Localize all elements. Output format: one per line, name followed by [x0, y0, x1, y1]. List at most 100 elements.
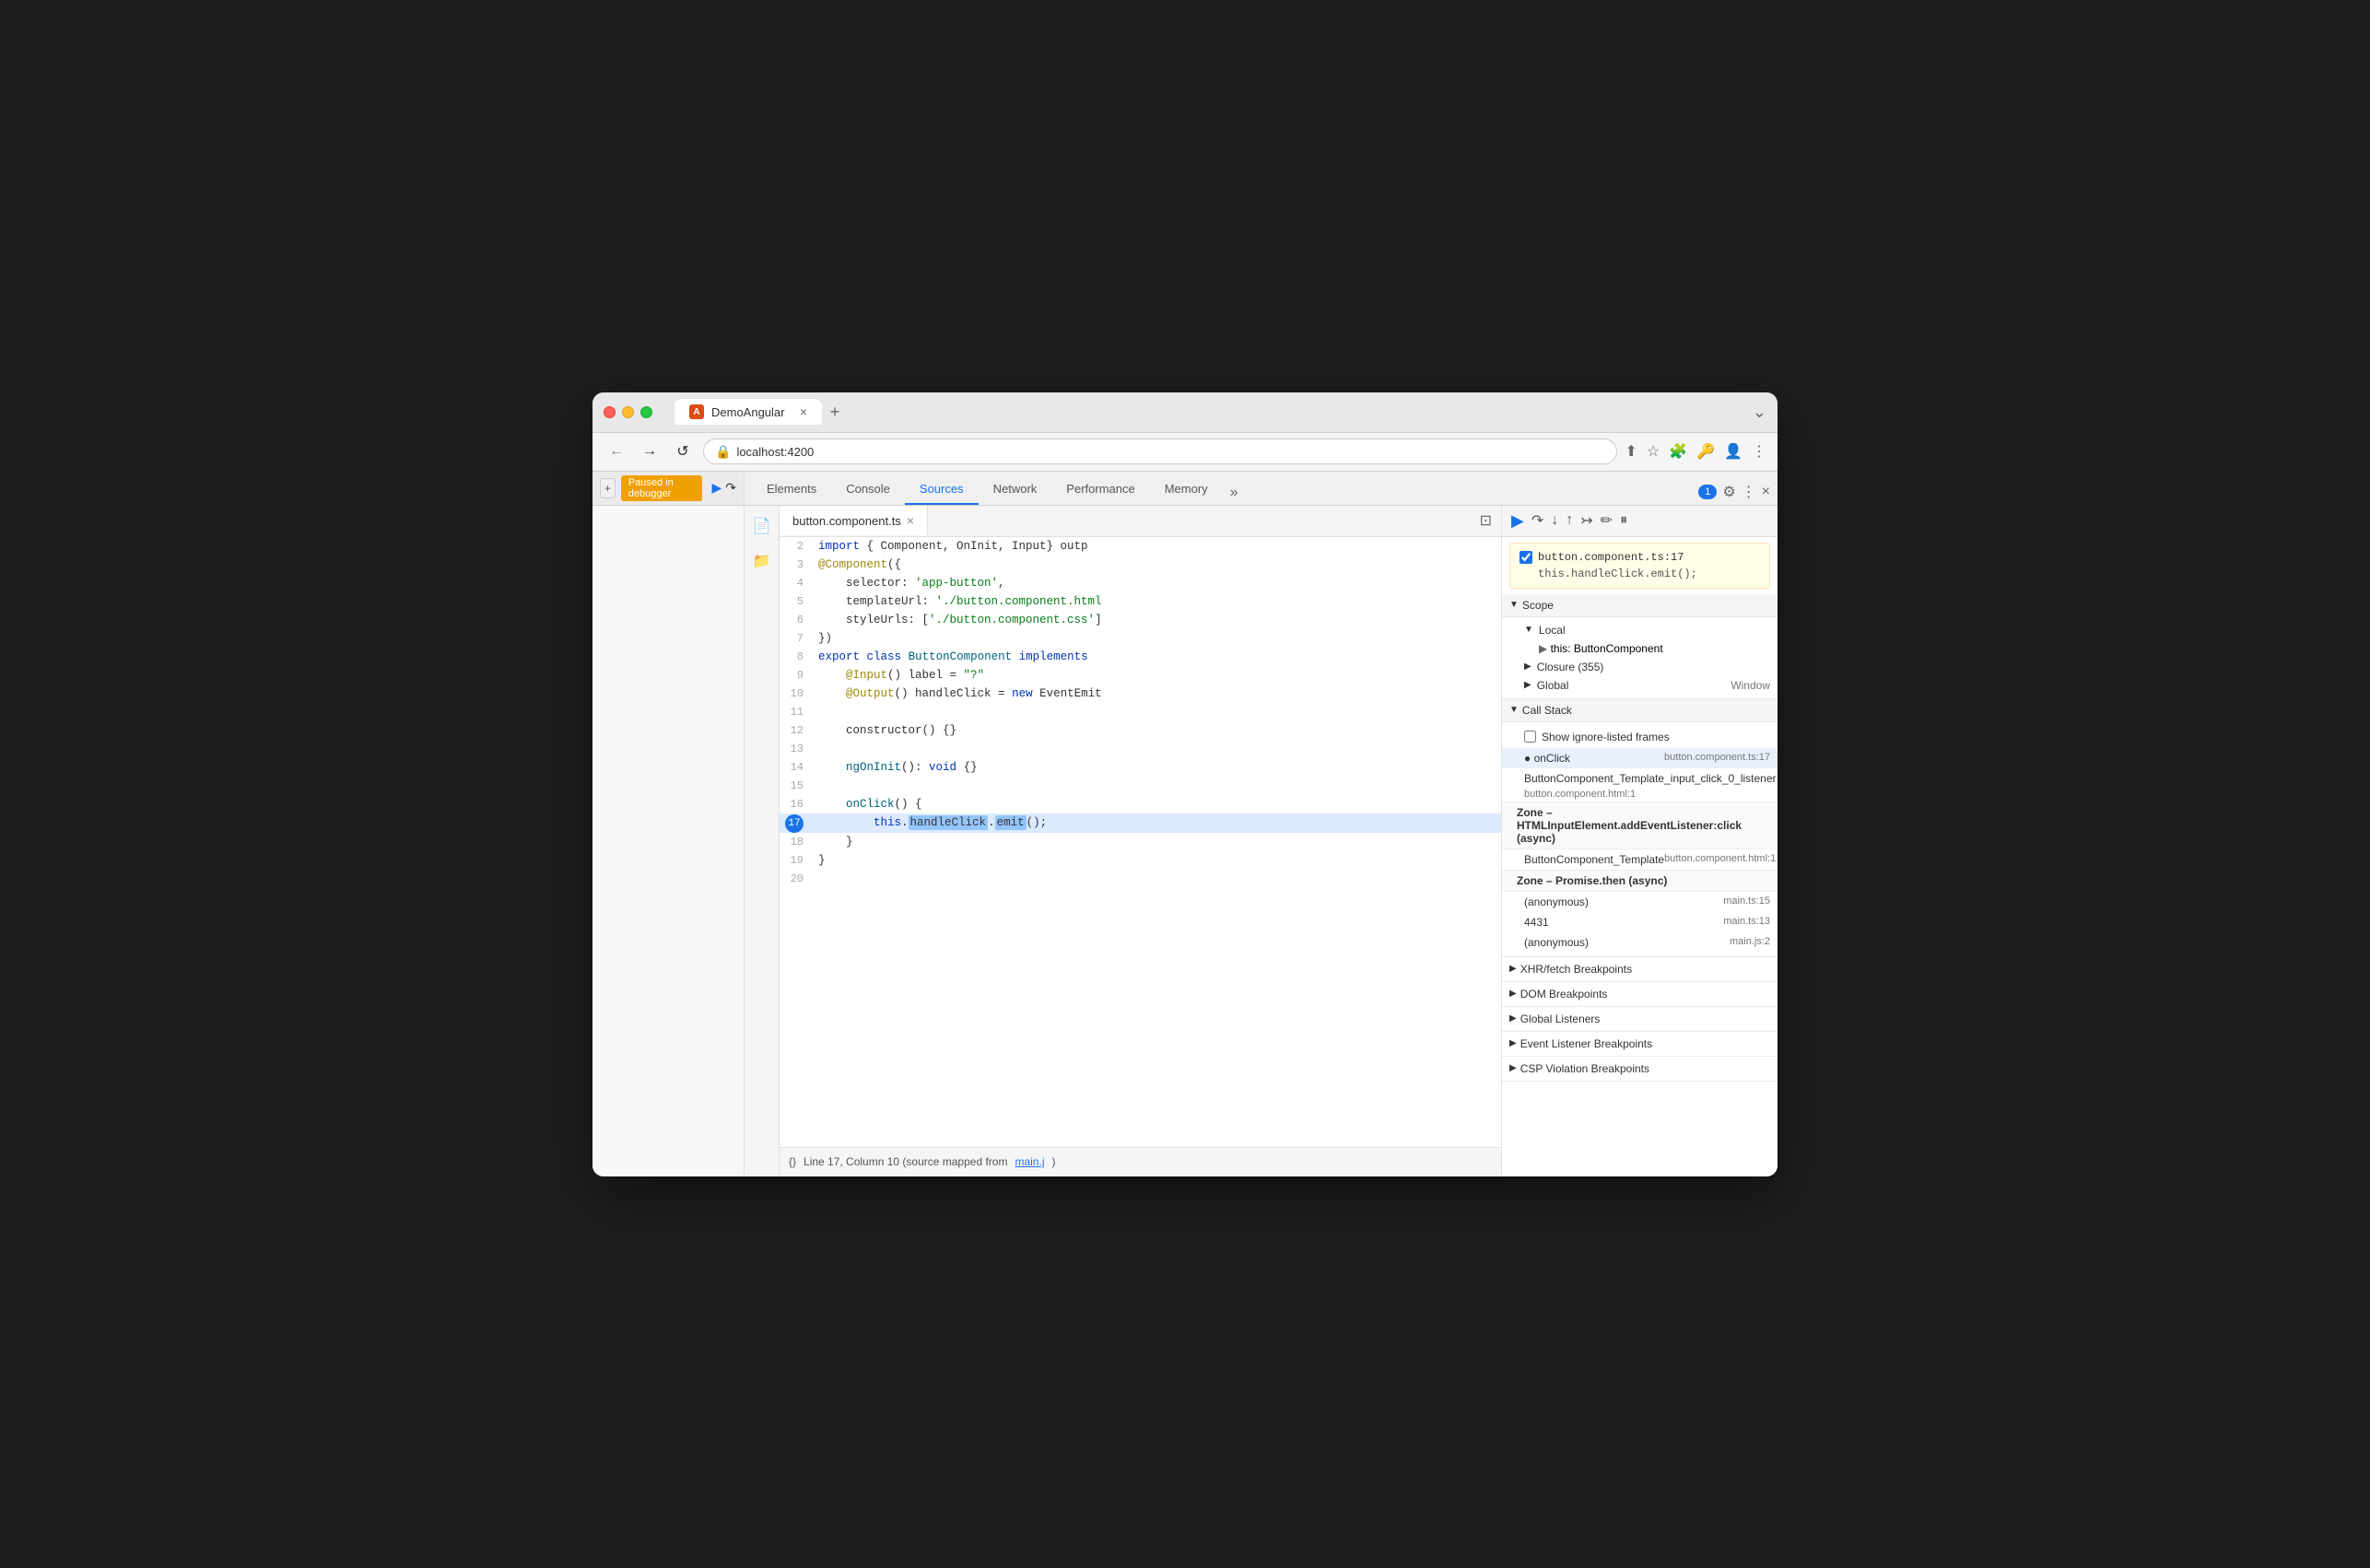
global-arrow: ▶ [1524, 680, 1531, 690]
cs-anon1[interactable]: (anonymous) main.ts:15 [1502, 892, 1778, 912]
share-icon[interactable]: ⬆ [1625, 442, 1637, 461]
code-tab-filename: button.component.ts [792, 514, 901, 528]
tab-performance[interactable]: Performance [1051, 474, 1149, 505]
more-icon[interactable]: ⋮ [1752, 442, 1766, 461]
local-scope-item[interactable]: ▼ Local [1502, 621, 1778, 639]
line-num-14: 14 [780, 758, 815, 777]
code-editor-more[interactable]: ⊡ [1471, 506, 1501, 535]
line-content-12: constructor() {} [815, 721, 1501, 740]
pause-on-exceptions-button[interactable]: ⏸ [1620, 512, 1627, 529]
tab-console[interactable]: Console [831, 474, 905, 505]
call-stack-template-listener[interactable]: ButtonComponent_Template_input_click_0_l… [1502, 768, 1778, 789]
ignore-frames-checkbox[interactable] [1524, 731, 1536, 743]
code-line-6: 6 styleUrls: ['./button.component.css'] [780, 611, 1501, 629]
step-over-debug-button[interactable]: ↷ [1531, 511, 1543, 530]
line-num-18: 18 [780, 833, 815, 851]
this-item[interactable]: ▶ this: ButtonComponent [1502, 639, 1778, 658]
call-stack-onclick[interactable]: ● onClick button.component.ts:17 [1502, 748, 1778, 768]
code-file-tab[interactable]: button.component.ts × [780, 506, 928, 535]
cs-anon2-source: main.js:2 [1730, 936, 1770, 949]
xhr-breakpoints-section[interactable]: ▶ XHR/fetch Breakpoints [1502, 957, 1778, 982]
code-line-17: 17 this.handleClick.emit(); [780, 813, 1501, 833]
code-line-5: 5 templateUrl: './button.component.html [780, 592, 1501, 611]
code-area[interactable]: 2 import { Component, OnInit, Input} out… [780, 537, 1501, 1147]
sources-panel: 📄 📁 button.component.ts × ⊡ [745, 506, 1778, 1176]
resume-button[interactable]: ▶ [711, 480, 722, 496]
breakpoint-item: button.component.ts:17 this.handleClick.… [1509, 543, 1770, 589]
cs-anon2[interactable]: (anonymous) main.js:2 [1502, 932, 1778, 953]
file-nav-icon[interactable]: 📄 [749, 513, 775, 539]
tab-elements[interactable]: Elements [752, 474, 831, 505]
more-options-icon[interactable]: ⋮ [1742, 483, 1756, 501]
back-button[interactable]: ← [604, 439, 629, 464]
filesystem-icon[interactable]: 📁 [749, 548, 775, 574]
zone2-separator: Zone – Promise.then (async) [1502, 870, 1778, 892]
cs-anon1-name: (anonymous) [1524, 895, 1589, 908]
line-num-12: 12 [780, 721, 815, 740]
dom-breakpoints-section[interactable]: ▶ DOM Breakpoints [1502, 982, 1778, 1007]
line-num-3: 3 [780, 556, 815, 574]
source-map-link[interactable]: main.j [1015, 1155, 1044, 1168]
dom-label: DOM Breakpoints [1520, 988, 1608, 1000]
footer-status: Line 17, Column 10 (source mapped from [804, 1155, 1007, 1168]
angular-icon: A [689, 404, 704, 419]
call-stack-section-header[interactable]: ▼ Call Stack [1502, 699, 1778, 722]
xhr-label: XHR/fetch Breakpoints [1520, 963, 1632, 976]
event-listener-arrow: ▶ [1509, 1038, 1517, 1048]
event-listener-section[interactable]: ▶ Event Listener Breakpoints [1502, 1032, 1778, 1057]
password-icon[interactable]: 🔑 [1696, 442, 1715, 461]
global-listeners-section[interactable]: ▶ Global Listeners [1502, 1007, 1778, 1032]
cs-anon2-name: (anonymous) [1524, 936, 1589, 949]
tab-network[interactable]: Network [979, 474, 1052, 505]
closure-scope-item[interactable]: ▶ Closure (355) [1502, 658, 1778, 676]
settings-icon[interactable]: ⚙ [1722, 483, 1735, 501]
code-line-3: 3 @Component({ [780, 556, 1501, 574]
cs-4431-source: main.ts:13 [1723, 916, 1770, 929]
devtools-right-controls: 1 ⚙ ⋮ × [1698, 483, 1770, 505]
breakpoint-checkbox[interactable] [1519, 551, 1532, 564]
title-bar: A DemoAngular × + ⌄ [592, 392, 1778, 433]
add-button[interactable]: + [600, 478, 616, 498]
scope-section-header[interactable]: ▼ Scope [1502, 594, 1778, 617]
tab-sources[interactable]: Sources [905, 474, 979, 505]
new-tab-button[interactable]: + [822, 399, 848, 425]
format-icon[interactable]: {} [789, 1155, 796, 1168]
code-tab-close-button[interactable]: × [907, 513, 914, 528]
line-num-9: 9 [780, 666, 815, 685]
line-num-7: 7 [780, 629, 815, 648]
cs-4431[interactable]: 4431 main.ts:13 [1502, 912, 1778, 932]
line-num-15: 15 [780, 777, 815, 795]
more-tabs-button[interactable]: » [1223, 481, 1246, 505]
close-devtools-button[interactable]: × [1762, 484, 1770, 500]
show-ignore-row: Show ignore-listed frames [1502, 726, 1778, 748]
line-num-16: 16 [780, 795, 815, 813]
deactivate-breakpoints-button[interactable]: ✏ [1601, 511, 1613, 530]
bookmark-icon[interactable]: ☆ [1647, 442, 1660, 461]
cs-zone1-item[interactable]: ButtonComponent_Template button.componen… [1502, 849, 1778, 870]
minimize-window-button[interactable] [622, 406, 634, 418]
tab-end-controls[interactable]: ⌄ [1753, 403, 1766, 422]
browser-tab[interactable]: A DemoAngular × [675, 399, 822, 425]
call-stack-arrow: ▼ [1509, 705, 1519, 715]
tab-close-button[interactable]: × [800, 404, 807, 419]
forward-button[interactable]: → [637, 439, 663, 464]
tab-memory[interactable]: Memory [1150, 474, 1223, 505]
step-into-button[interactable]: ↓ [1551, 512, 1558, 529]
csp-arrow: ▶ [1509, 1063, 1517, 1073]
close-window-button[interactable] [604, 406, 616, 418]
nav-bar: ← → ↺ 🔒 localhost:4200 ⬆ ☆ 🧩 🔑 👤 ⋮ [592, 433, 1778, 472]
extensions-icon[interactable]: 🧩 [1669, 442, 1687, 461]
global-scope-item[interactable]: ▶ Global Window [1502, 676, 1778, 695]
cs-template-source: button.component.html:1 [1502, 789, 1778, 802]
profile-icon[interactable]: 👤 [1724, 442, 1742, 461]
tab-title: DemoAngular [711, 405, 785, 419]
reload-button[interactable]: ↺ [670, 439, 696, 464]
step-out-button[interactable]: ↑ [1566, 512, 1573, 529]
step-button[interactable]: ↣ [1580, 511, 1592, 530]
step-over-button[interactable]: ↷ [725, 480, 736, 496]
address-bar[interactable]: 🔒 localhost:4200 [703, 439, 1617, 464]
csp-section[interactable]: ▶ CSP Violation Breakpoints [1502, 1057, 1778, 1082]
resume-debug-button[interactable]: ▶ [1511, 511, 1524, 531]
maximize-window-button[interactable] [640, 406, 652, 418]
line-content-4: selector: 'app-button', [815, 574, 1501, 592]
